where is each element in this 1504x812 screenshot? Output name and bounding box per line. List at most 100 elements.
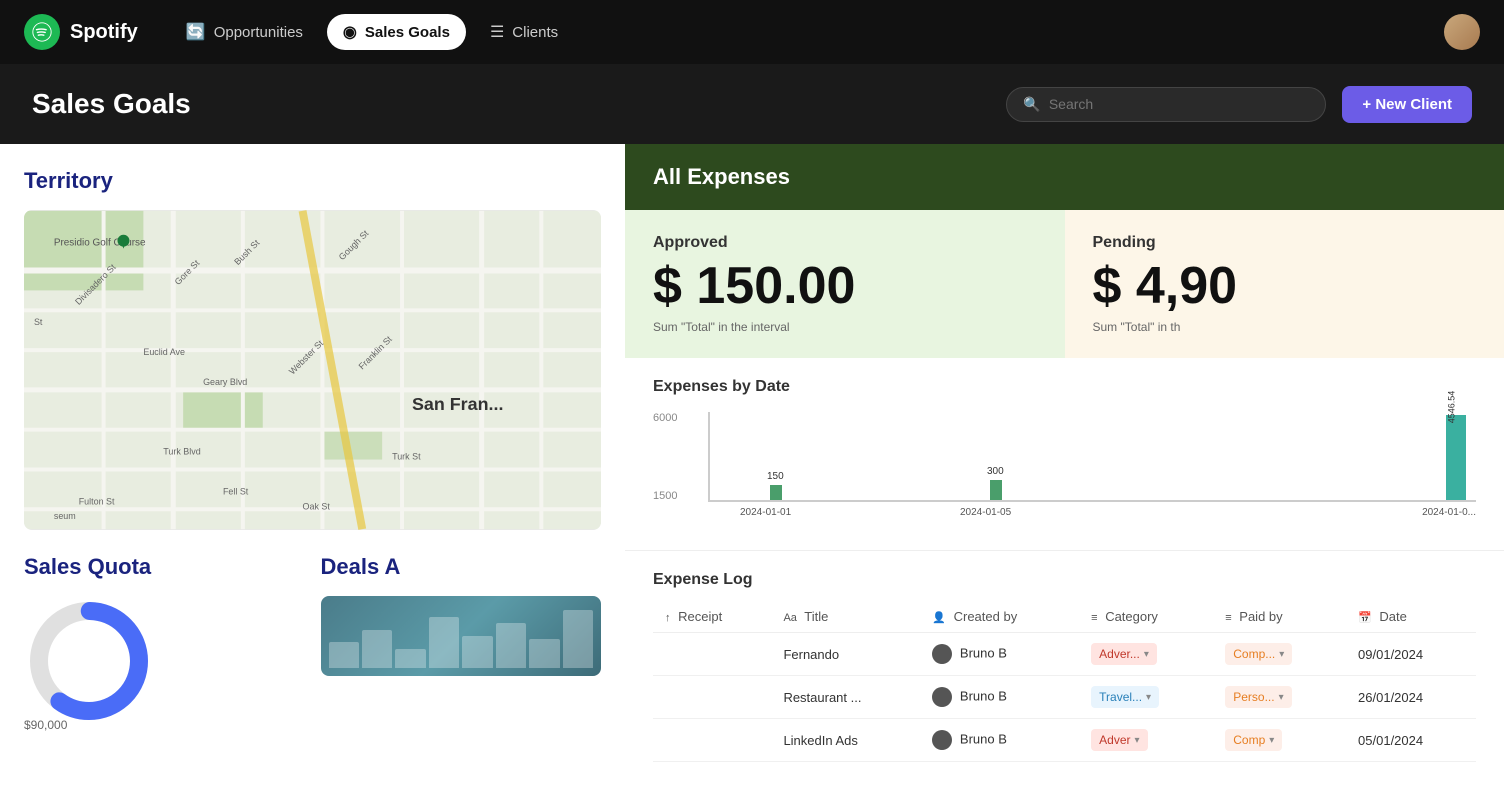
cell-date-2: 05/01/2024	[1346, 719, 1476, 762]
header-actions: 🔍 + New Client	[1006, 86, 1472, 123]
bottom-section: Sales Quota $90,000 Deals A	[24, 554, 601, 734]
deal-bar-8	[563, 610, 593, 668]
col-created-by: 👤 Created by	[920, 601, 1079, 633]
svg-text:St: St	[34, 317, 43, 327]
approved-metric: Approved $ 150.00 Sum "Total" in the int…	[625, 210, 1065, 358]
category-badge-0[interactable]: Adver... ▾	[1091, 643, 1157, 665]
cell-created-by-1: Bruno B	[920, 676, 1079, 719]
avatar-1	[932, 687, 952, 707]
paid-by-icon: ≡	[1225, 612, 1231, 624]
search-icon: 🔍	[1023, 96, 1040, 113]
nav-item-clients[interactable]: ☰ Clients	[474, 14, 574, 50]
expense-log: Expense Log ↑ Receipt Aa Title 👤	[625, 551, 1504, 782]
top-navigation: Spotify 🔄 Opportunities ◉ Sales Goals ☰ …	[0, 0, 1504, 64]
logo-text: Spotify	[70, 21, 138, 44]
cell-category-1: Travel... ▾	[1079, 676, 1213, 719]
category-badge-1[interactable]: Travel... ▾	[1091, 686, 1159, 708]
left-panel: Territory	[0, 144, 625, 812]
deal-bar-6	[496, 623, 526, 668]
clients-icon: ☰	[490, 22, 504, 42]
expenses-panel: All Expenses Approved $ 150.00 Sum "Tota…	[625, 144, 1504, 812]
svg-text:Oak St: Oak St	[303, 501, 331, 511]
expense-table: ↑ Receipt Aa Title 👤 Created by ≡	[653, 601, 1476, 762]
cell-category-2: Adver ▾	[1079, 719, 1213, 762]
col-date: 📅 Date	[1346, 601, 1476, 633]
new-client-button[interactable]: + New Client	[1342, 86, 1472, 123]
col-title: Aa Title	[771, 601, 920, 633]
col-category: ≡ Category	[1079, 601, 1213, 633]
cell-created-by-2: Bruno B	[920, 719, 1079, 762]
bar-3-value: 4546.54	[1447, 391, 1457, 424]
bar-1	[770, 485, 782, 500]
search-input[interactable]	[1049, 96, 1310, 112]
paid-by-chevron-2: ▾	[1269, 735, 1274, 746]
pending-subtitle: Sum "Total" in th	[1093, 320, 1477, 334]
logo-icon	[24, 14, 60, 50]
cell-receipt-0	[653, 633, 771, 676]
y-label-high: 6000	[653, 412, 677, 424]
approved-value: $ 150.00	[653, 260, 1037, 312]
bar-2-date: 2024-01-05	[960, 507, 1011, 518]
cell-date-0: 09/01/2024	[1346, 633, 1476, 676]
cell-title-0: Fernando	[771, 633, 920, 676]
nav-item-opportunities[interactable]: 🔄 Opportunities	[170, 14, 319, 50]
nav-items: 🔄 Opportunities ◉ Sales Goals ☰ Clients	[170, 14, 1412, 50]
bar-2-value: 300	[987, 466, 1004, 477]
cell-created-by-0: Bruno B	[920, 633, 1079, 676]
avatar-2	[932, 730, 952, 750]
bar-2	[990, 480, 1002, 500]
logo[interactable]: Spotify	[24, 14, 138, 50]
sales-quota-section: Sales Quota $90,000	[24, 554, 305, 734]
sales-goals-icon: ◉	[343, 22, 357, 42]
svg-text:Fulton St: Fulton St	[79, 496, 115, 506]
paid-by-chevron-0: ▾	[1279, 649, 1284, 660]
cell-paid-by-2: Comp ▾	[1213, 719, 1346, 762]
expenses-header: All Expenses	[625, 144, 1504, 210]
deal-bar-5	[462, 636, 492, 668]
deal-bar-2	[362, 630, 392, 668]
table-row: LinkedIn Ads Bruno B Adver ▾ Comp ▾ 05/0…	[653, 719, 1476, 762]
pending-value: $ 4,90	[1093, 260, 1477, 312]
svg-text:Turk St: Turk St	[392, 452, 421, 462]
user-avatar[interactable]	[1444, 14, 1480, 50]
paid-by-chevron-1: ▾	[1279, 692, 1284, 703]
paid-by-badge-2[interactable]: Comp ▾	[1225, 729, 1282, 751]
svg-text:San Fran...: San Fran...	[412, 394, 503, 414]
cell-receipt-1	[653, 676, 771, 719]
svg-text:Euclid Ave: Euclid Ave	[143, 347, 185, 357]
cell-date-1: 26/01/2024	[1346, 676, 1476, 719]
bar-3	[1446, 415, 1466, 500]
svg-text:Turk Blvd: Turk Blvd	[163, 447, 200, 457]
deal-bar-7	[529, 639, 559, 668]
avatar-0	[932, 644, 952, 664]
cell-category-0: Adver... ▾	[1079, 633, 1213, 676]
title-icon: Aa	[783, 612, 796, 624]
chart-section: Expenses by Date 6000 1500 150 2024-01-0…	[625, 358, 1504, 551]
cell-receipt-2	[653, 719, 771, 762]
expenses-title: All Expenses	[653, 164, 790, 189]
donut-chart	[24, 596, 144, 716]
approved-label: Approved	[653, 234, 1037, 252]
col-receipt: ↑ Receipt	[653, 601, 771, 633]
category-chevron-0: ▾	[1144, 649, 1149, 660]
date-icon: 📅	[1358, 612, 1372, 624]
paid-by-badge-1[interactable]: Perso... ▾	[1225, 686, 1291, 708]
cell-paid-by-1: Perso... ▾	[1213, 676, 1346, 719]
table-header-row: ↑ Receipt Aa Title 👤 Created by ≡	[653, 601, 1476, 633]
page-title: Sales Goals	[32, 88, 191, 120]
category-icon: ≡	[1091, 612, 1097, 624]
table-row: Restaurant ... Bruno B Travel... ▾ Perso…	[653, 676, 1476, 719]
approved-subtitle: Sum "Total" in the interval	[653, 320, 1037, 334]
sales-quota-title: Sales Quota	[24, 554, 305, 580]
col-paid-by: ≡ Paid by	[1213, 601, 1346, 633]
bar-3-date: 2024-01-0...	[1422, 507, 1476, 518]
svg-text:Fell St: Fell St	[223, 486, 249, 496]
paid-by-badge-0[interactable]: Comp... ▾	[1225, 643, 1292, 665]
category-badge-2[interactable]: Adver ▾	[1091, 729, 1147, 751]
deal-bar-4	[429, 617, 459, 668]
map-container: Presidio Golf Course San Fran... Divisad…	[24, 210, 601, 530]
deal-bar-3	[395, 649, 425, 668]
nav-item-sales-goals[interactable]: ◉ Sales Goals	[327, 14, 466, 50]
page-header: Sales Goals 🔍 + New Client	[0, 64, 1504, 144]
receipt-icon: ↑	[665, 612, 671, 624]
